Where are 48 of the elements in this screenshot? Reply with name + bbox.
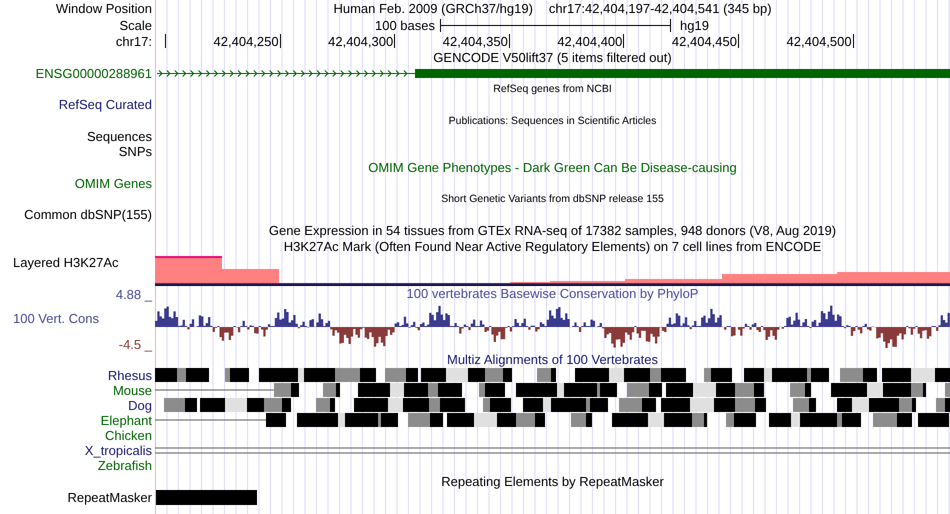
track-label: Zebrafish (98, 458, 152, 473)
ruler-tick (508, 34, 510, 48)
track-label: Elephant (100, 412, 152, 428)
ruler-label: 42,404,300 (328, 34, 394, 50)
track-label: Chicken (105, 428, 152, 442)
track-label: Common dbSNP(155) (24, 207, 152, 222)
row-label: Window Position (56, 1, 152, 16)
track-title: Gene Expression in 54 tissues from GTEx RNA-seq of 17382 samples, 948 donors (V8, Aug 2019) (268, 222, 836, 238)
track-label: Sequences (86, 128, 152, 144)
track-label: Layered H3K27Ac (13, 254, 119, 270)
track-label: Dog (128, 398, 152, 412)
ruler-label: 42,404,400 (557, 34, 622, 50)
axis-label: 4.88 _ (114, 286, 152, 302)
track-label: Rhesus (108, 368, 152, 382)
ruler-tick (623, 34, 624, 48)
ruler-tick (394, 34, 396, 48)
ruler-label: 42,404,350 (442, 34, 508, 50)
track-title: GENCODE V50lift37 (5 items filtered out) (433, 50, 672, 66)
track-title: RefSeq genes from NCBI (493, 82, 612, 97)
row-label: Scale (119, 18, 152, 33)
track-title: Publications: Sequences in Scientific Articles (448, 114, 656, 128)
axis-label: -4.5 _ (118, 336, 152, 352)
track-title: Short Genetic Variants from dbSNP release 155 (441, 192, 664, 207)
row-label: chr17: (116, 34, 152, 49)
ruler-tick (165, 34, 166, 48)
track-title: Multiz Alignments of 100 Vertebrates (446, 352, 658, 368)
ruler-tick (852, 34, 854, 48)
track-label: OMIM Genes (74, 176, 152, 190)
track-label: X_tropicalis (84, 443, 152, 458)
track-label: RefSeq Curated (58, 97, 152, 112)
scale-text: 100 bases (375, 17, 435, 34)
database-text: hg19 (680, 17, 709, 34)
track-label: SNPs (118, 144, 152, 159)
ruler-label: 42,404,450 (672, 34, 737, 50)
ruler-label: 42,404,250 (214, 34, 279, 50)
track-title: Repeating Elements by RepeatMasker (441, 474, 664, 490)
position-text: chr17:42,404,197-42,404,541 (345 bp) (548, 0, 772, 17)
ruler-label: 42,404,500 (786, 34, 852, 50)
track-title: OMIM Gene Phenotypes - Dark Green Can Be Disease-causing (368, 160, 737, 176)
track-label: Mouse (112, 382, 152, 398)
ruler-tick (280, 34, 281, 48)
track-label: 100 Vert. Cons (12, 310, 100, 326)
ruler-tick (738, 34, 739, 48)
track-label: RepeatMasker (67, 490, 152, 504)
track-title: H3K27Ac Mark (Often Found Near Active Regulatory Elements) on 7 cell lines from ENCODE (284, 238, 822, 254)
assembly-text: Human Feb. 2009 (GRCh37/hg19) (333, 0, 533, 17)
track-title: 100 vertebrates Basewise Conservation by PhyloP (406, 286, 698, 302)
track-label: ENSG00000288961 (36, 66, 152, 81)
